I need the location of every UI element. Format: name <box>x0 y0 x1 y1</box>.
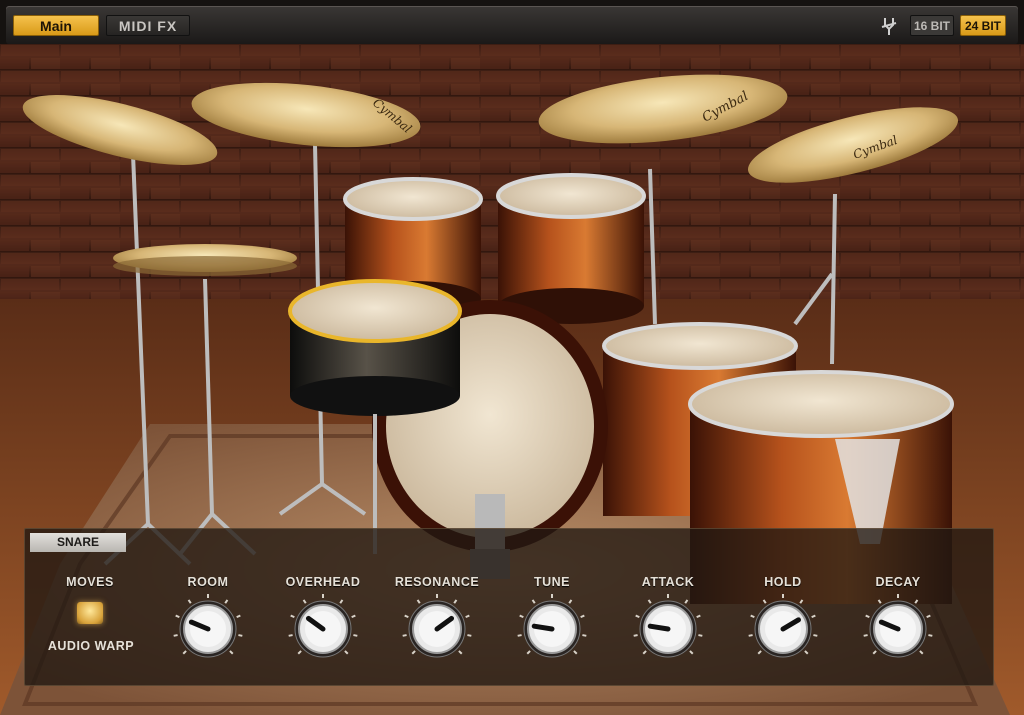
knob-tick <box>804 650 809 655</box>
knob-tick <box>411 650 416 655</box>
knob-tick <box>696 614 701 619</box>
knob-tick <box>926 614 931 619</box>
knob-tick <box>453 599 458 604</box>
instrument-panel: SNARE MOVES AUDIO WARP ROOM OVERHEAD RES… <box>24 528 994 686</box>
knob-tick <box>416 599 421 604</box>
knob-label-hold: HOLD <box>764 575 802 589</box>
room-knob[interactable] <box>172 593 244 665</box>
knob-tick <box>465 614 470 619</box>
knob-tick <box>531 599 536 604</box>
knob-label-room: ROOM <box>187 575 229 589</box>
bit-24-toggle[interactable]: 24 BIT <box>960 15 1006 36</box>
tab-main[interactable]: Main <box>13 15 99 36</box>
knob-tick <box>288 634 293 637</box>
knob-tick <box>582 634 587 637</box>
knob-tick <box>290 614 295 619</box>
knob-label-overhead: OVERHEAD <box>285 575 361 589</box>
knob-tick <box>458 650 463 655</box>
knob-tick <box>813 634 818 637</box>
knob-tick <box>467 634 472 637</box>
knob-tick <box>297 650 302 655</box>
tab-midi-fx[interactable]: MIDI FX <box>106 15 190 36</box>
knob-tick <box>302 599 307 604</box>
knob-tick <box>173 634 178 637</box>
knob-tick <box>757 650 762 655</box>
attack-knob[interactable] <box>632 593 704 665</box>
resonance-knob[interactable] <box>401 593 473 665</box>
instrument-name: SNARE <box>30 533 126 552</box>
knob-label-resonance: RESONANCE <box>394 575 480 589</box>
knob-tick <box>928 634 933 637</box>
top-bar: Main MIDI FX 16 BIT 24 BIT <box>6 6 1018 44</box>
knob-tick <box>684 599 689 604</box>
knob-tick <box>647 599 652 604</box>
knob-pointer <box>531 623 555 632</box>
tom-2 <box>496 173 646 324</box>
knob-tick <box>236 614 241 619</box>
knob-tick <box>238 634 243 637</box>
knob-tick <box>187 599 192 604</box>
knob-pointer <box>647 623 671 632</box>
moves-button[interactable] <box>77 602 103 624</box>
knob-tick <box>344 650 349 655</box>
tune-knob[interactable] <box>516 593 588 665</box>
audio-warp-label: AUDIO WARP <box>47 639 135 653</box>
knob-tick <box>919 650 924 655</box>
knob-tick <box>224 599 229 604</box>
knob-tick <box>642 650 647 655</box>
knob-tick <box>748 634 753 637</box>
knob-tick <box>811 614 816 619</box>
knob-tick <box>568 599 573 604</box>
bit-16-toggle[interactable]: 16 BIT <box>910 15 954 36</box>
knob-tick <box>580 614 585 619</box>
knob-tick <box>633 634 638 637</box>
knob-tick <box>865 614 870 619</box>
knob-tick <box>339 599 344 604</box>
overhead-knob[interactable] <box>287 593 359 665</box>
knob-tick <box>635 614 640 619</box>
moves-label: MOVES <box>66 575 114 589</box>
knob-tick <box>351 614 356 619</box>
knob-tick <box>689 650 694 655</box>
knob-tick <box>175 614 180 619</box>
knob-tick <box>402 634 407 637</box>
knob-tick <box>877 599 882 604</box>
tuning-fork-icon[interactable] <box>878 15 900 37</box>
knob-tick <box>182 650 187 655</box>
knob-tick <box>698 634 703 637</box>
hold-knob[interactable] <box>747 593 819 665</box>
knob-tick <box>526 650 531 655</box>
knob-tick <box>519 614 524 619</box>
drum-kit-window: Cymbal Cymbal Cymbal Main MIDI FX 16 BIT… <box>0 0 1024 715</box>
knob-tick <box>404 614 409 619</box>
knob-label-attack: ATTACK <box>641 575 695 589</box>
knob-label-decay: DECAY <box>875 575 921 589</box>
decay-knob[interactable] <box>862 593 934 665</box>
knob-tick <box>799 599 804 604</box>
knob-tick <box>229 650 234 655</box>
knob-tick <box>863 634 868 637</box>
knob-tick <box>762 599 767 604</box>
knob-tick <box>517 634 522 637</box>
knob-tick <box>750 614 755 619</box>
knob-tick <box>914 599 919 604</box>
knob-tick <box>573 650 578 655</box>
knob-tick <box>872 650 877 655</box>
knob-label-tune: TUNE <box>533 575 571 589</box>
knob-tick <box>353 634 358 637</box>
